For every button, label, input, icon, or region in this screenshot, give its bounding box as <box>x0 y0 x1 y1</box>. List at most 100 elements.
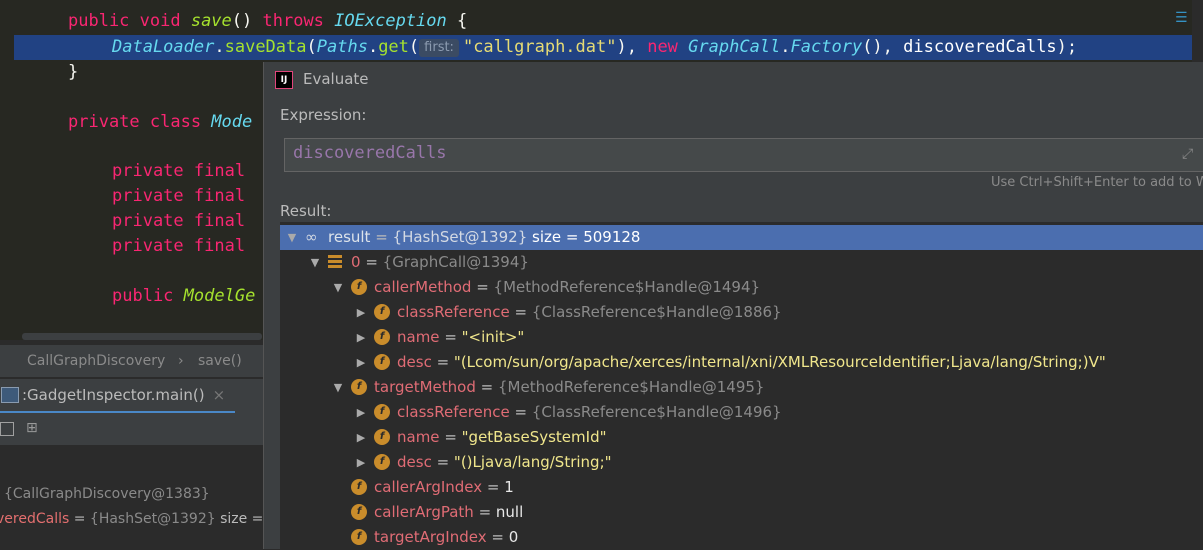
variable-name: desc <box>397 353 432 371</box>
variable-name: targetArgIndex <box>374 528 487 546</box>
shortcut-hint: Use Ctrl+Shift+Enter to add to Wa <box>991 175 1203 190</box>
equals-sign: = <box>509 303 532 321</box>
field-icon: f <box>374 329 390 345</box>
variable-value: "getBaseSystemId" <box>461 428 607 446</box>
code-line-brace: } <box>68 62 79 82</box>
code-line-field: private final <box>112 236 246 256</box>
tree-row[interactable]: ▶ f classReference = {ClassReference$Handl… <box>280 300 1203 325</box>
equals-sign: = <box>509 403 532 421</box>
tree-row-text: classReference = {ClassReference$Handle@… <box>397 400 782 425</box>
code-line-field: private final <box>112 161 246 181</box>
tree-row[interactable]: ▶ f name = "getBaseSystemId" <box>280 425 1203 450</box>
code-line-constructor: public ModelGe <box>112 286 256 306</box>
equals-sign: = <box>370 228 393 246</box>
expression-text: discoveredCalls <box>293 143 447 163</box>
variable-value: 1 <box>504 478 514 496</box>
tree-row[interactable]: f callerArgIndex = 1 <box>280 475 1203 500</box>
tree-row[interactable]: ▶ f name = "<init>" <box>280 325 1203 350</box>
expression-input[interactable]: discoveredCalls ⤢ <box>284 138 1203 172</box>
tree-row-text: 0 = {GraphCall@1394} <box>351 250 529 275</box>
variable-value: null <box>495 503 524 521</box>
tree-row-text: name = "getBaseSystemId" <box>397 425 607 450</box>
collapse-arrow-icon[interactable]: ▼ <box>332 275 344 300</box>
dialog-titlebar[interactable]: IJ Evaluate <box>264 62 1203 96</box>
variable-name: targetMethod <box>374 378 476 396</box>
tab-gadget-inspector[interactable]: :GadgetInspector.main() × <box>0 379 236 413</box>
variable-name: classReference <box>397 403 510 421</box>
tree-row[interactable]: ▼ 0 = {GraphCall@1394} <box>280 250 1203 275</box>
object-reference: {GraphCall@1394} <box>382 253 529 271</box>
expression-label: Expression: <box>280 106 367 124</box>
collapse-arrow-icon[interactable]: ▼ <box>309 250 321 275</box>
object-reference: {HashSet@1392} <box>392 228 528 246</box>
object-reference: {ClassReference$Handle@1496} <box>531 403 782 421</box>
object-reference: {ClassReference$Handle@1886} <box>531 303 782 321</box>
watch-result-icon: ∞ <box>305 228 318 246</box>
horizontal-scrollbar[interactable] <box>22 333 262 340</box>
grid-icon[interactable] <box>0 422 14 436</box>
array-element-icon <box>328 255 342 269</box>
tree-row[interactable]: ▼ f callerMethod = {MethodReference$Handle… <box>280 275 1203 300</box>
tree-row[interactable]: ▶ f desc = "(Lcom/sun/org/apache/xerces/in… <box>280 350 1203 375</box>
menu-icon[interactable]: ☰ <box>1175 10 1188 26</box>
tree-row-text: callerMethod = {MethodReference$Handle@1… <box>374 275 760 300</box>
expand-icon[interactable]: ⤢ <box>1182 146 1193 162</box>
equals-sign: = <box>431 453 454 471</box>
expand-arrow-icon[interactable]: ▶ <box>355 325 367 350</box>
tree-row[interactable]: ▶ f desc = "()Ljava/lang/String;" <box>280 450 1203 475</box>
field-icon: f <box>374 354 390 370</box>
code-line-save: public void save() throws IOException { <box>68 11 468 31</box>
breadcrumb: CallGraphDiscovery › save() <box>0 345 263 377</box>
tree-row[interactable]: ▼ f targetMethod = {MethodReference$Handle… <box>280 375 1203 400</box>
field-icon: f <box>374 304 390 320</box>
equals-sign: = <box>439 428 462 446</box>
parameter-hint: first: <box>419 39 459 57</box>
tree-row[interactable]: f targetArgIndex = 0 <box>280 525 1203 550</box>
variable-name: classReference <box>397 303 510 321</box>
expand-arrow-icon[interactable]: ▶ <box>355 450 367 475</box>
code-line-savedata: DataLoader.saveData(Paths.get(first: "cal… <box>112 37 1078 57</box>
debug-tabbar: :GadgetInspector.main() × <box>0 378 263 413</box>
tree-row[interactable]: f callerArgPath = null <box>280 500 1203 525</box>
expand-arrow-icon[interactable]: ▶ <box>355 400 367 425</box>
equals-sign: = <box>471 278 494 296</box>
tree-row-text: result = {HashSet@1392} size = 509128 <box>328 225 640 250</box>
tree-row-text: desc = "(Lcom/sun/org/apache/xerces/inte… <box>397 350 1106 375</box>
field-icon: f <box>351 529 367 545</box>
result-label: Result: <box>280 202 332 220</box>
tree-row-text: callerArgIndex = 1 <box>374 475 514 500</box>
layout-icon[interactable]: ⊞ <box>26 420 38 436</box>
breadcrumb-method[interactable]: save() <box>198 345 242 377</box>
tree-row[interactable]: ▶ f classReference = {ClassReference$Handl… <box>280 400 1203 425</box>
variable-value: 0 <box>508 528 519 546</box>
dialog-title: Evaluate <box>303 70 369 88</box>
collection-size: size = 509128 <box>527 228 641 246</box>
expand-arrow-icon[interactable]: ▶ <box>355 300 367 325</box>
debug-session-icon <box>1 387 19 403</box>
debug-toolbar: ⊞ <box>0 413 263 445</box>
field-icon: f <box>374 454 390 470</box>
collapse-arrow-icon[interactable]: ▼ <box>286 225 298 250</box>
equals-sign: = <box>486 528 509 546</box>
tree-row-text: targetArgIndex = 0 <box>374 525 518 550</box>
result-tree[interactable]: ▼ ∞ result = {HashSet@1392} size = 509128 ▼… <box>280 222 1203 549</box>
tree-row-text: classReference = {ClassReference$Handle@… <box>397 300 782 325</box>
field-icon: f <box>351 279 367 295</box>
expand-arrow-icon[interactable]: ▶ <box>355 425 367 450</box>
variable-name: name <box>397 328 440 346</box>
breadcrumb-separator: › <box>178 353 184 369</box>
equals-sign: = <box>482 478 505 496</box>
breadcrumb-class[interactable]: CallGraphDiscovery <box>27 345 165 377</box>
variable-name: callerArgIndex <box>374 478 483 496</box>
variable-name: name <box>397 428 440 446</box>
equals-sign: = <box>475 378 498 396</box>
collapse-arrow-icon[interactable]: ▼ <box>332 375 344 400</box>
expand-arrow-icon[interactable]: ▶ <box>355 350 367 375</box>
variable-discovered-calls[interactable]: veredCalls = {HashSet@1392} size = <box>0 511 263 527</box>
variable-this[interactable]: {CallGraphDiscovery@1383} <box>4 486 210 502</box>
equals-sign: = <box>431 353 454 371</box>
variable-name: callerMethod <box>374 278 472 296</box>
close-icon[interactable]: × <box>213 386 226 404</box>
tree-row[interactable]: ▼ ∞ result = {HashSet@1392} size = 509128 <box>280 225 1203 250</box>
code-line-field: private final <box>112 186 246 206</box>
